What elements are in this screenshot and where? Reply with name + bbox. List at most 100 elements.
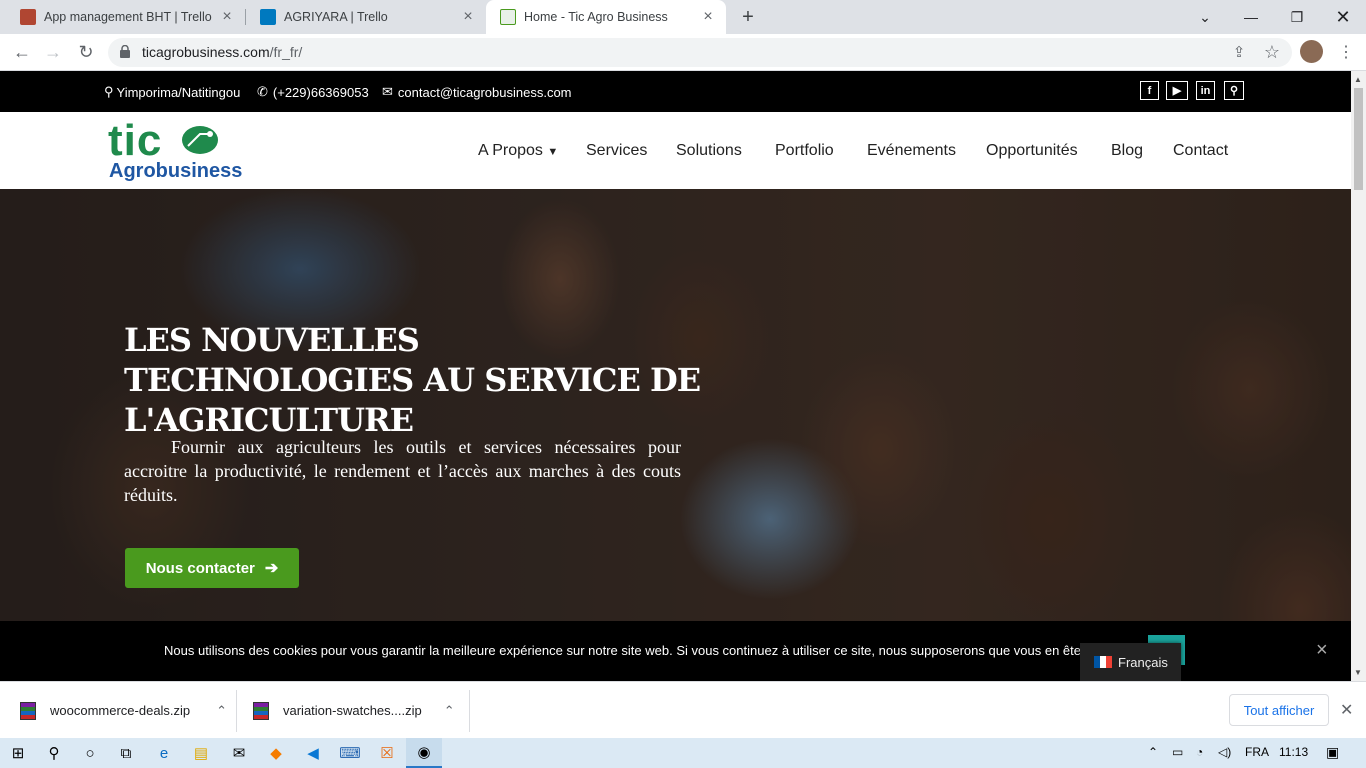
- menu-item-opportunites[interactable]: Opportunités: [986, 142, 1078, 160]
- reload-icon[interactable]: ↻: [74, 40, 98, 64]
- trello-favicon-icon: [20, 9, 36, 25]
- tab-trello-app-management[interactable]: App management BHT | Trello ×: [0, 0, 245, 34]
- close-window-button[interactable]: ✕: [1320, 0, 1366, 34]
- download-item[interactable]: woocommerce-deals.zip ⌃: [20, 682, 227, 739]
- contact-topbar: ⚲ Yimporima/Natitingou ✆ (+229)66369053 …: [0, 71, 1351, 112]
- task-view-icon[interactable]: ⧉: [108, 738, 144, 768]
- page-scrollbar[interactable]: ▲ ▼: [1351, 71, 1366, 681]
- minimize-button[interactable]: —: [1228, 0, 1274, 34]
- download-filename: woocommerce-deals.zip: [50, 703, 191, 718]
- cookie-message: Nous utilisons des cookies pour vous gar…: [164, 643, 1082, 658]
- menu-item-blog[interactable]: Blog: [1111, 142, 1143, 160]
- arrow-right-icon: ➔: [264, 560, 279, 577]
- logo-circuit-icon: [182, 126, 218, 154]
- scroll-up-icon[interactable]: ▲: [1354, 75, 1362, 84]
- contact-cta-button[interactable]: Nous contacter ➔: [125, 548, 299, 588]
- menu-item-services[interactable]: Services: [586, 142, 647, 160]
- windows-start-icon[interactable]: ⊞: [0, 738, 36, 768]
- menu-item-solutions[interactable]: Solutions: [676, 142, 742, 160]
- web-page: ⚲ Yimporima/Natitingou ✆ (+229)66369053 …: [0, 71, 1351, 681]
- linkedin-icon[interactable]: in: [1196, 81, 1215, 100]
- cookie-close-icon[interactable]: ×: [1316, 639, 1328, 662]
- chevron-up-icon[interactable]: ⌃: [444, 703, 455, 719]
- location-info: ⚲ Yimporima/Natitingou: [104, 84, 240, 100]
- trello-favicon-icon: [260, 9, 276, 25]
- tab-tic-agro-business[interactable]: Home - Tic Agro Business ×: [486, 0, 726, 34]
- forward-icon[interactable]: →: [41, 40, 65, 64]
- profile-avatar[interactable]: [1300, 40, 1323, 63]
- location-text: Yimporima/Natitingou: [116, 84, 241, 100]
- hero-title: LES NOUVELLES TECHNOLOGIES AU SERVICE DE…: [124, 321, 701, 439]
- scrollbar-thumb[interactable]: [1354, 88, 1363, 190]
- menu-item-portfolio[interactable]: Portfolio: [775, 142, 834, 160]
- cortana-icon[interactable]: ○: [72, 738, 108, 768]
- map-marker-icon: ⚲: [104, 84, 114, 99]
- search-icon[interactable]: ⚲: [1224, 81, 1244, 100]
- menu-item-a-propos[interactable]: A Propos ▼: [478, 142, 558, 160]
- notifications-icon[interactable]: ▣: [1326, 744, 1339, 761]
- language-switcher[interactable]: Français: [1080, 643, 1181, 681]
- new-tab-button[interactable]: +: [734, 0, 762, 34]
- menu-item-contact[interactable]: Contact: [1173, 142, 1228, 160]
- site-header: tic Agrobusiness A Propos ▼ Services Sol…: [0, 112, 1351, 189]
- restore-button[interactable]: ❐: [1274, 0, 1320, 34]
- archive-file-icon: [253, 701, 269, 720]
- tab-search-icon[interactable]: ⌄: [1182, 0, 1228, 34]
- lock-icon: [120, 45, 130, 58]
- close-tab-icon[interactable]: ×: [700, 9, 716, 25]
- windows-taskbar: ⊞ ⚲ ○ ⧉ e ▤ ✉ ◆ ◀ ⌨ ☒ ◉ ⌃ ▭ ◔ ◁) FRA 11:…: [0, 738, 1366, 768]
- menu-item-evenements[interactable]: Evénements: [867, 142, 956, 160]
- address-bar[interactable]: ticagrobusiness.com/fr_fr/: [108, 38, 1292, 67]
- language-indicator[interactable]: FRA: [1245, 745, 1269, 759]
- download-divider: [469, 690, 470, 732]
- logo-subtitle: Agrobusiness: [109, 160, 243, 182]
- tab-title: Home - Tic Agro Business: [524, 10, 668, 24]
- share-icon[interactable]: ⇪: [1227, 40, 1251, 64]
- archive-file-icon: [20, 701, 36, 720]
- xampp-icon[interactable]: ☒: [369, 738, 405, 768]
- search-icon[interactable]: ⚲: [36, 738, 72, 768]
- wifi-icon[interactable]: ◔: [1196, 745, 1203, 759]
- tray-chevron-icon[interactable]: ⌃: [1148, 745, 1158, 759]
- url-text: ticagrobusiness.com/fr_fr/: [142, 44, 303, 60]
- phone-text: (+229)66369053: [272, 84, 369, 100]
- logo[interactable]: tic: [108, 116, 162, 166]
- tab-title: AGRIYARA | Trello: [284, 10, 388, 24]
- show-all-downloads-button[interactable]: Tout afficher: [1229, 694, 1329, 726]
- app-orange-icon[interactable]: ◆: [258, 738, 294, 768]
- close-download-bar-icon[interactable]: ✕: [1340, 700, 1353, 720]
- phone-icon: ✆: [257, 84, 268, 99]
- chevron-up-icon[interactable]: ⌃: [216, 703, 227, 719]
- envelope-icon: ✉: [382, 84, 393, 99]
- language-label: Français: [1118, 654, 1168, 670]
- mail-icon[interactable]: ✉: [221, 738, 257, 768]
- menu-kebab-icon[interactable]: ⋮: [1334, 40, 1358, 64]
- france-flag-icon: [1094, 656, 1112, 668]
- download-filename: variation-swatches....zip: [283, 703, 422, 718]
- tab-trello-agriyara[interactable]: AGRIYARA | Trello ×: [246, 0, 486, 34]
- clock[interactable]: 11:13: [1279, 745, 1308, 759]
- volume-icon[interactable]: ◁): [1218, 745, 1231, 759]
- file-explorer-icon[interactable]: ▤: [183, 738, 219, 768]
- email-info[interactable]: ✉ contact@ticagrobusiness.com: [382, 84, 572, 100]
- email-text[interactable]: contact@ticagrobusiness.com: [398, 85, 572, 100]
- download-item[interactable]: variation-swatches....zip ⌃: [253, 682, 455, 739]
- bookmark-star-icon[interactable]: ☆: [1260, 40, 1284, 64]
- hero-description: Fournir aux agriculteurs les outils et s…: [124, 437, 681, 505]
- keyboard-app-icon[interactable]: ⌨: [332, 738, 368, 768]
- back-icon[interactable]: ←: [10, 40, 34, 64]
- phone-info: ✆ (+229)66369053: [257, 84, 369, 100]
- close-tab-icon[interactable]: ×: [219, 9, 235, 25]
- download-bar: woocommerce-deals.zip ⌃ variation-swatch…: [0, 681, 1366, 738]
- facebook-icon[interactable]: f: [1140, 81, 1159, 100]
- tab-title: App management BHT | Trello: [44, 10, 212, 24]
- close-tab-icon[interactable]: ×: [460, 9, 476, 25]
- battery-icon[interactable]: ▭: [1172, 745, 1183, 759]
- edge-icon[interactable]: e: [146, 738, 182, 768]
- browser-tab-bar: App management BHT | Trello × AGRIYARA |…: [0, 0, 1366, 34]
- logo-main-text: tic: [108, 116, 163, 165]
- youtube-icon[interactable]: ▶: [1166, 81, 1188, 100]
- scroll-down-icon[interactable]: ▼: [1354, 668, 1362, 677]
- chrome-icon[interactable]: ◉: [406, 738, 442, 768]
- vscode-icon[interactable]: ◀: [295, 738, 331, 768]
